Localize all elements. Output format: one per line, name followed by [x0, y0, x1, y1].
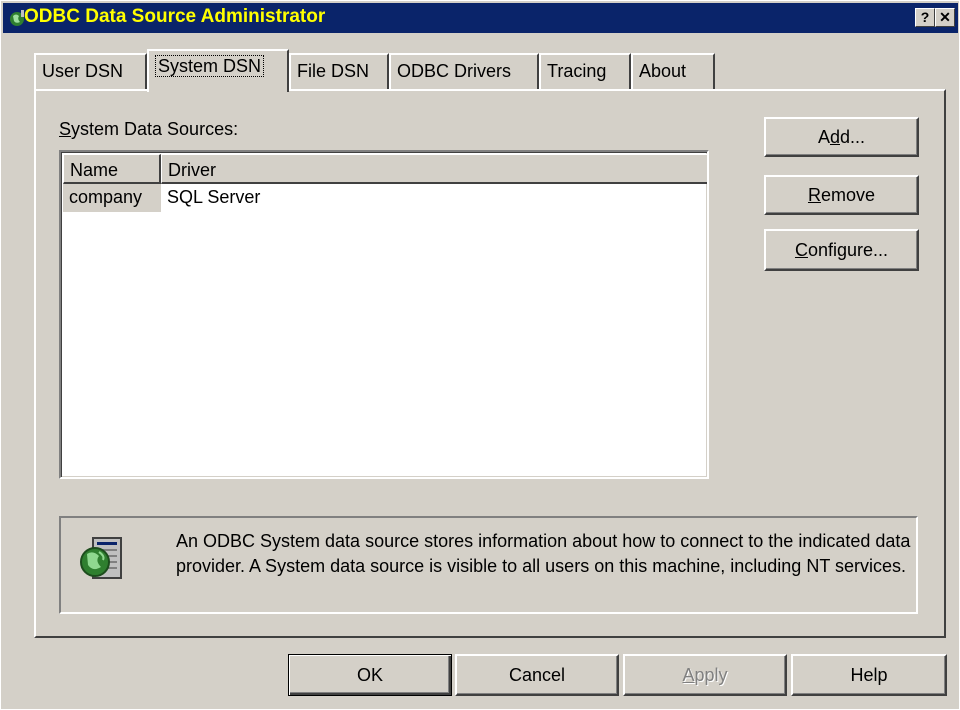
close-icon[interactable]: ✕ — [935, 8, 955, 27]
ok-button[interactable]: OK — [288, 654, 452, 696]
btn-text: d... — [840, 126, 866, 147]
odbc-dialog: ODBC Data Source Administrator ? ✕ User … — [0, 0, 960, 710]
data-sources-list[interactable]: Name Driver company SQL Server — [59, 150, 709, 479]
list-item[interactable]: company SQL Server — [63, 184, 707, 212]
info-description: An ODBC System data source stores inform… — [176, 531, 911, 576]
tab-system-dsn[interactable]: System DSN — [147, 49, 289, 92]
dsn-driver: SQL Server — [167, 187, 261, 207]
column-header-driver[interactable]: Driver — [161, 154, 707, 184]
remove-button[interactable]: Remove — [764, 175, 919, 215]
tab-label: User DSN — [42, 61, 124, 81]
tab-tracing[interactable]: Tracing — [539, 53, 631, 89]
add-button[interactable]: Add... — [764, 117, 919, 157]
system-data-sources-label: System Data Sources: — [59, 119, 238, 140]
mnemonic: d — [829, 126, 840, 147]
btn-text: emove — [820, 184, 876, 205]
tab-label: System DSN — [155, 55, 265, 77]
mnemonic: R — [807, 184, 821, 205]
tab-label: ODBC Drivers — [397, 61, 512, 81]
tab-label: About — [639, 61, 687, 81]
cancel-button[interactable]: Cancel — [455, 654, 619, 696]
column-header-name[interactable]: Name — [63, 154, 161, 184]
configure-button[interactable]: Configure... — [764, 229, 919, 271]
mnemonic: A — [682, 664, 695, 685]
help-title-button[interactable]: ? — [915, 8, 935, 27]
mnemonic: S — [59, 119, 72, 139]
btn-text: A — [817, 126, 830, 147]
database-globe-icon — [75, 534, 127, 584]
list-header: Name Driver — [63, 154, 707, 184]
label-text: ystem Data Sources: — [71, 119, 239, 139]
dsn-name: company — [63, 184, 161, 212]
window-title: ODBC Data Source Administrator — [24, 6, 326, 27]
tab-label: Tracing — [547, 61, 607, 81]
help-button[interactable]: Help — [791, 654, 947, 696]
tab-user-dsn[interactable]: User DSN — [34, 53, 147, 89]
btn-text: pply — [694, 664, 728, 685]
tab-file-dsn[interactable]: File DSN — [289, 53, 389, 89]
btn-text: onfigure... — [807, 239, 889, 260]
tab-about[interactable]: About — [631, 53, 715, 89]
title-bar[interactable]: ODBC Data Source Administrator ? ✕ — [3, 3, 958, 33]
tab-label: File DSN — [297, 61, 370, 81]
apply-button[interactable]: Apply — [623, 654, 787, 696]
mnemonic: C — [794, 239, 808, 260]
tab-odbc-drivers[interactable]: ODBC Drivers — [389, 53, 539, 89]
